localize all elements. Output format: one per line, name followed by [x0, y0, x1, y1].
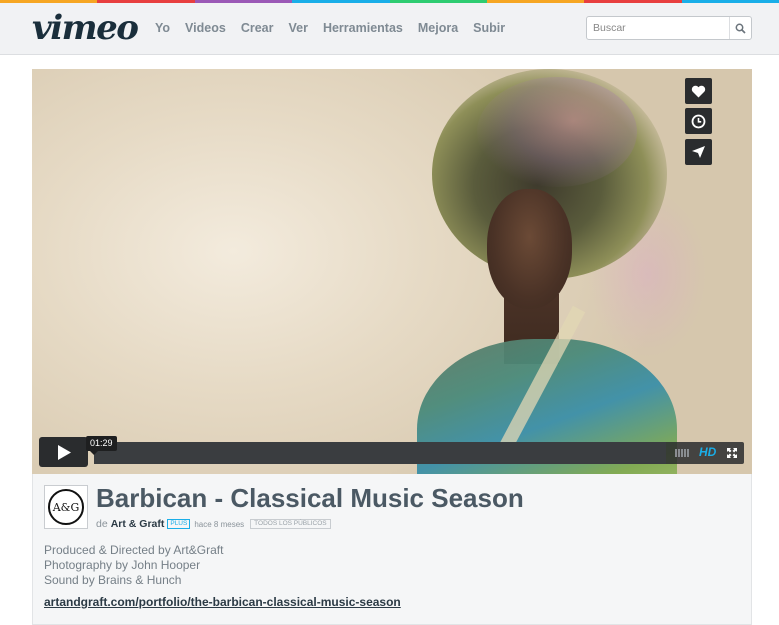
art-and-graft-logo: A&G [48, 489, 84, 525]
volume-control[interactable] [675, 449, 690, 457]
nav-crear[interactable]: Crear [241, 21, 274, 35]
video-description: Produced & Directed by Art&Graft Photogr… [44, 543, 223, 588]
portfolio-link[interactable]: artandgraft.com/portfolio/the-barbican-c… [44, 595, 401, 609]
watch-later-button[interactable] [685, 108, 712, 134]
progress-track[interactable] [94, 442, 666, 464]
video-frame[interactable] [32, 69, 752, 474]
search-icon [735, 23, 746, 34]
author-link[interactable]: Art & Graft [111, 518, 165, 530]
description-line: Sound by Brains & Hunch [44, 573, 182, 587]
hd-toggle[interactable]: HD [699, 445, 716, 459]
by-prefix: de [96, 518, 108, 530]
nav-subir[interactable]: Subir [473, 21, 505, 35]
video-subject-face [487, 189, 572, 309]
share-button[interactable] [685, 139, 712, 165]
player-controls: HD [39, 437, 744, 467]
top-navigation-bar: vimeo Yo Videos Crear Ver Herramientas M… [0, 3, 779, 55]
video-title: Barbican - Classical Music Season [96, 483, 524, 513]
play-button[interactable] [39, 437, 88, 467]
description-line: Produced & Directed by Art&Graft [44, 543, 224, 557]
nav-ver[interactable]: Ver [288, 21, 307, 35]
like-button[interactable] [685, 78, 712, 104]
upload-date: hace 8 meses [194, 519, 245, 529]
time-tooltip: 01:29 [86, 436, 117, 455]
search-input[interactable] [587, 17, 727, 39]
send-icon [692, 146, 705, 158]
fullscreen-icon[interactable] [726, 447, 738, 459]
nav-videos[interactable]: Videos [185, 21, 226, 35]
control-bar: HD [94, 442, 744, 464]
heart-icon [691, 85, 706, 97]
main-nav: Yo Videos Crear Ver Herramientas Mejora … [155, 21, 520, 35]
content-rating-badge: TODOS LOS PÚBLICOS [250, 519, 331, 529]
plus-badge: PLUS [167, 519, 191, 529]
avatar[interactable]: A&G [44, 485, 88, 529]
description-line: Photography by John Hooper [44, 558, 201, 572]
clock-icon [691, 114, 706, 128]
search-box [586, 16, 752, 40]
nav-yo[interactable]: Yo [155, 21, 170, 35]
search-button[interactable] [729, 17, 751, 39]
avatar-text: A&G [52, 500, 80, 514]
nav-herramientas[interactable]: Herramientas [323, 21, 403, 35]
video-meta: de Art & Graft PLUS hace 8 meses TODOS L… [96, 518, 331, 530]
play-icon [57, 444, 71, 460]
vimeo-logo[interactable]: vimeo [32, 8, 139, 48]
video-hair-highlight [477, 77, 637, 187]
nav-mejora[interactable]: Mejora [418, 21, 458, 35]
